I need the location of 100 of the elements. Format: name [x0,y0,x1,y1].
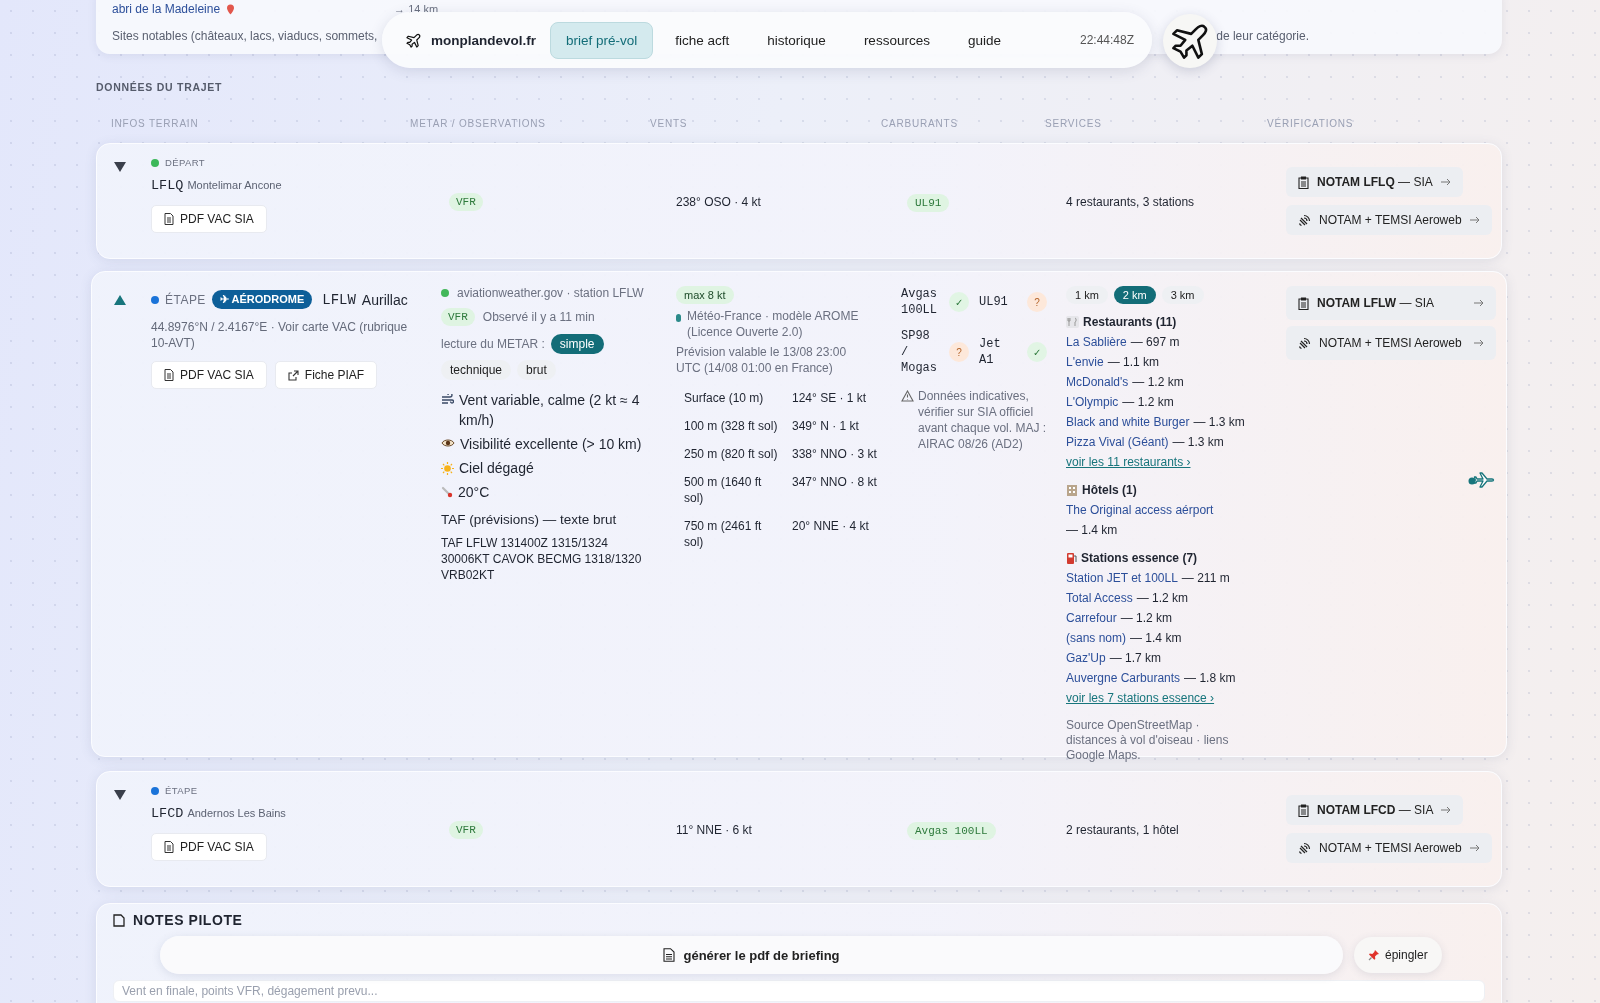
place-link[interactable]: abri de la Madeleine [112,2,221,16]
nav-tab[interactable]: brief pré-vol [550,21,654,59]
document-button[interactable]: PDF VAC SIA [151,361,267,389]
mode-pill[interactable]: brut [517,360,556,380]
role-label: ÉTAPE [165,785,198,796]
place-link[interactable]: McDonald's [1066,372,1129,392]
flight-rules-badge: VFR [449,821,483,839]
column-header: SERVICES [1045,118,1103,129]
see-all-link[interactable]: voir les 7 stations essence › [1066,691,1215,705]
fuel-name: UL91 [979,294,1009,310]
aerodrome-badge: ✈ AÉRODROME [211,290,313,309]
expand-caret-icon[interactable] [113,789,127,801]
role-label: DÉPART [165,157,205,168]
verification-link[interactable]: NOTAM + TEMSI Aeroweb [1286,205,1492,235]
availability-badge: ? [949,342,969,362]
eye-icon [441,438,455,448]
place-link[interactable]: Station JET et 100LL [1066,568,1178,588]
place-link[interactable]: Black and white Burger [1066,412,1190,432]
notes-field[interactable]: Vent en finale, points VFR, dégagement prevu... [113,980,1485,1002]
altitude-cell-text: 750 m (2461 ft sol) [684,518,763,550]
fuel-badge: UL91 [907,194,950,212]
mode-pill[interactable]: simple [550,334,604,354]
column-header: CARBURANTS [881,118,959,129]
satellite-icon [1298,336,1311,350]
place-link[interactable]: La Sablière [1066,332,1127,352]
wind-text: 11° NNE · 6 kt [676,823,752,837]
weather-text: Ciel dégagé [459,459,534,478]
wind-cell-text: 124° SE · 1 kt [792,390,868,406]
generate-pdf-button[interactable]: générer le pdf de briefing [653,941,850,969]
distance-text: — 1.2 km [1122,394,1174,411]
wind-cell-text: 349° N · 1 kt [792,418,860,434]
place-link[interactable]: Auvergne Carburants [1066,668,1181,688]
document-button[interactable]: PDF VAC SIA [151,833,267,861]
satellite-icon [1298,841,1311,855]
distance-text: — 1.7 km [1109,650,1161,667]
flight-rules-badge: VFR [449,193,483,211]
mode-label: lecture du METAR : [441,337,545,351]
column-header: VÉRIFICATIONS [1267,118,1355,129]
place-link[interactable]: (sans nom) [1066,628,1127,648]
mode-pill[interactable]: technique [441,360,512,380]
document-icon [164,213,174,225]
nav-tab[interactable]: historique [751,21,842,59]
nav-tab[interactable]: guide [951,21,1017,59]
verification-link[interactable]: NOTAM + TEMSI Aeroweb [1286,833,1492,863]
wind-text: 238° OSO · 4 kt [676,195,761,209]
distance-text: — 1.4 km [1130,630,1182,647]
expand-caret-icon[interactable] [113,294,127,306]
distance-text: — 697 m [1130,334,1180,351]
expand-caret-icon[interactable] [113,161,127,173]
arrow-icon [1469,216,1480,224]
pushpin-icon [1368,949,1380,961]
column-header: METAR / OBSERVATIONS [410,118,547,129]
wind-cell-text: 347° NNO · 8 kt [792,474,878,491]
place-link[interactable]: Gaz'Up [1066,648,1106,668]
radius-tab[interactable]: 2 km [1113,286,1156,304]
fuel-badge: Avgas 100LL [907,822,996,840]
source-status-dot [441,289,449,297]
disclaimer-text: Données indicatives, vérifier sur SIA officiel avant chaque vol. MAJ : AIRAC 08/26 (AD2) [918,388,1048,452]
cutlery-icon [1066,316,1079,328]
nav-tab[interactable]: ressources [847,21,946,59]
source-text: Source OpenStreetMap · distances à vol d'oiseau · liens Google Maps. [1066,718,1230,763]
place-link[interactable]: The Original access aérport [1066,500,1214,520]
clock-text: 22:44:48Z [1079,33,1134,47]
source-text: Météo-France · modèle AROME (Licence Ouverte 2.0) [687,308,860,340]
category-title: Restaurants (11) [1083,314,1177,331]
note-icon [113,913,125,927]
pin-button[interactable]: épingler [1354,937,1442,973]
distance-text: — 1.8 km [1184,670,1236,687]
verification-link[interactable]: NOTAM LFLW — SIA [1286,286,1496,320]
category-title: Stations essence (7) [1081,550,1198,567]
document-button[interactable]: Fiche PIAF [274,361,378,389]
fuel-name: SP98 / Mogas [901,328,938,376]
observation-time: Observé il y a 11 min [482,310,595,324]
distance-text: — 211 m [1181,570,1230,587]
availability-badge: ✓ [1027,342,1047,362]
validity-text: Prévision valable le 13/08 23:00 UTC (14/08 01:00 en France) [676,344,848,376]
document-button[interactable]: PDF VAC SIA [151,205,267,233]
weather-text: Visibilité excellente (> 10 km) [460,435,642,454]
verification-link[interactable]: NOTAM + TEMSI Aeroweb [1286,326,1496,360]
verification-link[interactable]: NOTAM LFLQ — SIA [1286,167,1463,197]
taf-title: TAF (prévisions) — texte brut [441,512,618,527]
place-link[interactable]: L'envie [1066,352,1104,372]
altitude-cell-text: Surface (10 m) [684,390,765,406]
see-all-link[interactable]: voir les 11 restaurants › [1066,455,1191,469]
place-link[interactable]: L'Olympic [1066,392,1119,412]
airfield-code: LFLW [322,291,356,308]
place-link[interactable]: Pizza Vival (Géant) [1066,432,1169,452]
document-icon [164,369,174,381]
radius-tab[interactable]: 1 km [1066,286,1108,304]
distance-text: — 1.3 km [1172,434,1224,451]
verification-link[interactable]: NOTAM LFCD — SIA [1286,795,1464,825]
sun-icon [441,462,454,475]
place-link[interactable]: Total Access [1066,588,1133,608]
satellite-icon [1298,213,1311,227]
notes-title: NOTES PILOTE [133,912,243,928]
place-link[interactable]: Carrefour [1066,608,1117,628]
taf-text: TAF LFLW 131400Z 1315/1324 30006KT CAVOK BECMG 1318/1320 VRB02KT [441,535,643,583]
radius-tab[interactable]: 3 km [1161,286,1204,304]
arrow-icon [1440,178,1451,186]
nav-tab[interactable]: fiche acft [659,21,746,59]
